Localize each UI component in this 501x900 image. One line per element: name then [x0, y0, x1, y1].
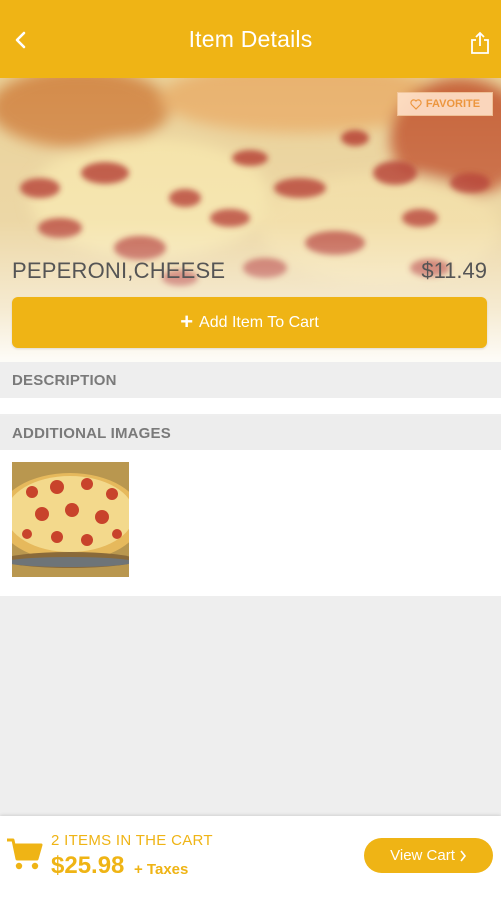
chevron-right-icon — [460, 850, 466, 861]
plus-icon: + — [180, 308, 194, 334]
pizza-thumbnail-image — [12, 462, 129, 577]
top-bar: Item Details — [0, 0, 501, 78]
description-body — [0, 398, 501, 414]
additional-images-heading: ADDITIONAL IMAGES — [0, 416, 501, 450]
additional-images-panel — [0, 450, 501, 596]
view-cart-label: View Cart — [390, 847, 455, 864]
cart-total: $25.98 — [51, 852, 125, 879]
cart-taxes-note: + Taxes — [134, 861, 189, 878]
chevron-left-icon[interactable] — [10, 29, 32, 51]
add-to-cart-label: Add Item To Cart — [199, 313, 319, 331]
add-item-to-cart-button[interactable]: + Add Item To Cart — [12, 297, 487, 348]
page-title: Item Details — [188, 25, 313, 52]
share-icon[interactable] — [469, 31, 491, 55]
item-name: PEPERONI,CHEESE — [12, 258, 226, 283]
heart-icon — [410, 98, 422, 110]
item-hero-image: FAVORITE PEPERONI,CHEESE $11.49 — [0, 78, 501, 398]
hero-gradient-overlay — [0, 78, 501, 398]
favorite-label: FAVORITE — [425, 98, 481, 110]
cart-item-count: 2 ITEMS IN THE CART — [51, 832, 213, 849]
additional-image-thumbnail[interactable] — [12, 462, 129, 577]
cart-summary-bar: 2 ITEMS IN THE CART $25.98 + Taxes View … — [0, 816, 501, 900]
view-cart-button[interactable]: View Cart — [364, 838, 493, 873]
description-heading: DESCRIPTION — [0, 362, 501, 398]
shopping-cart-icon — [7, 838, 43, 870]
item-price: $11.49 — [421, 258, 487, 283]
favorite-button[interactable]: FAVORITE — [397, 92, 493, 116]
